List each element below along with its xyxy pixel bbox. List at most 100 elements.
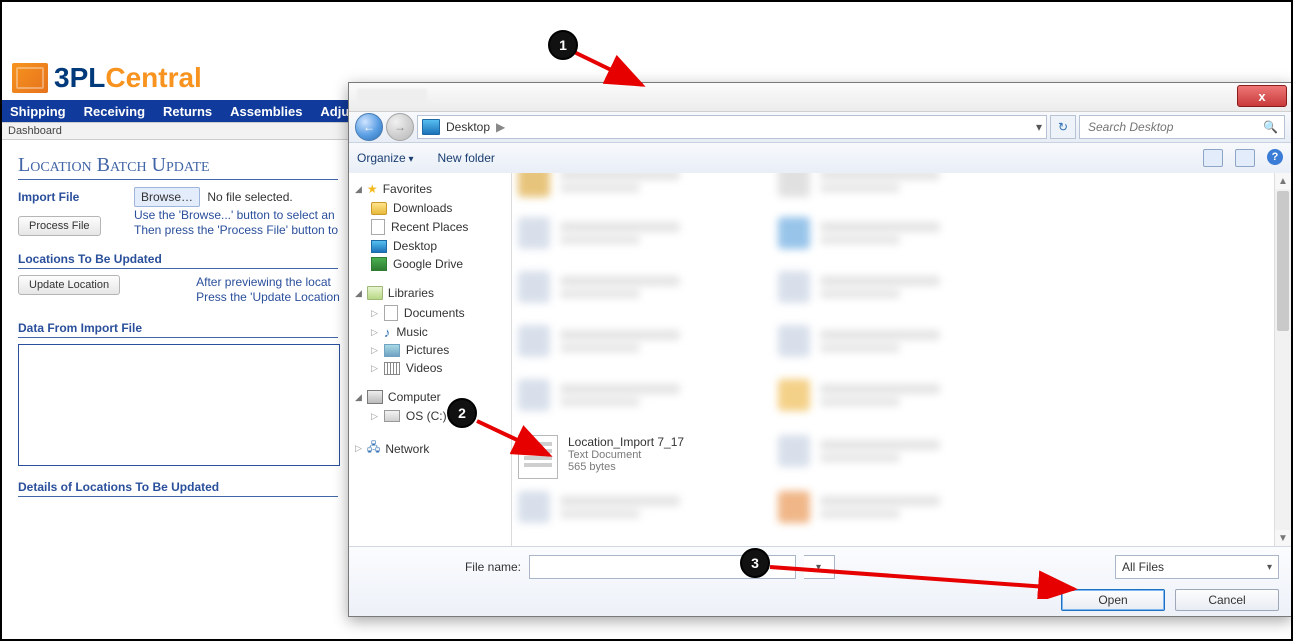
chevron-down-icon: ▾ — [1267, 562, 1272, 573]
nav-shipping[interactable]: Shipping — [10, 104, 66, 119]
process-file-button[interactable]: Process File — [18, 216, 101, 236]
scroll-thumb[interactable] — [1277, 191, 1289, 331]
crumb-sep-icon[interactable]: ▶ — [496, 120, 505, 134]
file-type-filter[interactable]: All Files ▾ — [1115, 555, 1279, 579]
tree-music-label: Music — [396, 325, 427, 339]
tree-computer[interactable]: ◢Computer — [349, 387, 511, 407]
logo-box-icon — [12, 63, 48, 93]
import-file-label: Import File — [18, 190, 118, 204]
address-dropdown-icon[interactable]: ▾ — [1036, 120, 1042, 134]
dialog-title-blurred — [357, 89, 427, 103]
pictures-icon — [384, 344, 400, 357]
nav-adjustments[interactable]: Adju — [320, 104, 349, 119]
annotation-callout-1: 1 — [548, 30, 578, 60]
import-hint-2: Then press the 'Process File' button to — [134, 223, 338, 238]
tree-desktop-label: Desktop — [393, 239, 437, 253]
browse-button[interactable]: Browse… — [134, 187, 200, 207]
nav-assemblies[interactable]: Assemblies — [230, 104, 302, 119]
view-options-button[interactable] — [1203, 149, 1223, 167]
preview-pane-button[interactable] — [1235, 149, 1255, 167]
annotation-arrow-2 — [469, 415, 569, 465]
file-type: Text Document — [568, 449, 684, 461]
locations-label: Locations To Be Updated — [18, 252, 338, 269]
close-icon: x — [1258, 90, 1265, 103]
star-icon: ★ — [367, 182, 378, 196]
tree-music[interactable]: ▷♪Music — [349, 323, 511, 341]
network-icon: 🖧 — [367, 438, 380, 459]
file-area-scrollbar[interactable]: ▲ ▼ — [1274, 173, 1291, 546]
desktop-folder-icon — [371, 240, 387, 253]
search-icon[interactable]: 🔍 — [1263, 120, 1278, 134]
nav-receiving[interactable]: Receiving — [84, 104, 145, 119]
dialog-close-button[interactable]: x — [1237, 85, 1287, 107]
libraries-icon — [367, 286, 383, 300]
update-location-button[interactable]: Update Location — [18, 275, 120, 295]
dialog-toolbar: Organize New folder ? — [349, 143, 1291, 174]
file-name: Location_Import 7_17 — [568, 435, 684, 449]
tree-documents-label: Documents — [404, 306, 465, 320]
file-status: No file selected. — [207, 190, 292, 204]
folder-icon — [371, 202, 387, 215]
annotation-arrow-3 — [764, 559, 1094, 599]
tree-desktop[interactable]: Desktop — [349, 237, 511, 255]
dialog-nav-bar: ← → Desktop ▶ ▾ ↻ 🔍 — [349, 112, 1291, 143]
file-list-area[interactable]: Location_Import 7_17 Text Document 565 b… — [512, 173, 1291, 546]
new-folder-button[interactable]: New folder — [438, 151, 495, 165]
page-title: Location Batch Update — [18, 154, 338, 180]
file-type-filter-label: All Files — [1122, 560, 1164, 574]
refresh-button[interactable]: ↻ — [1050, 115, 1076, 139]
tree-pictures[interactable]: ▷Pictures — [349, 341, 511, 359]
tree-recent-places[interactable]: Recent Places — [349, 217, 511, 237]
nav-returns[interactable]: Returns — [163, 104, 212, 119]
nav-back-button[interactable]: ← — [355, 113, 383, 141]
tree-osc-label: OS (C:) — [406, 409, 447, 423]
scroll-up-icon[interactable]: ▲ — [1275, 173, 1291, 189]
arrow-left-icon: ← — [363, 120, 375, 134]
tree-favorites[interactable]: ◢★Favorites — [349, 179, 511, 199]
import-hint-1: Use the 'Browse...' button to select an — [134, 208, 338, 223]
locations-hint-2: Press the 'Update Location — [196, 290, 340, 305]
annotation-callout-2: 2 — [447, 398, 477, 428]
tree-network-label: Network — [385, 442, 429, 456]
data-from-label: Data From Import File — [18, 321, 338, 338]
locations-hint-1: After previewing the locat — [196, 275, 340, 290]
desktop-icon — [422, 119, 440, 135]
dialog-titlebar[interactable]: x — [349, 83, 1291, 112]
nav-forward-button[interactable]: → — [386, 113, 414, 141]
tree-favorites-label: Favorites — [383, 182, 432, 196]
music-icon: ♪ — [384, 326, 391, 339]
search-box[interactable]: 🔍 — [1079, 115, 1285, 139]
tree-videos[interactable]: ▷Videos — [349, 359, 511, 377]
scroll-down-icon[interactable]: ▼ — [1275, 530, 1291, 546]
address-crumb[interactable]: Desktop — [446, 120, 490, 134]
logo-text-1: 3PL — [54, 62, 105, 93]
tree-videos-label: Videos — [406, 361, 442, 375]
tree-pictures-label: Pictures — [406, 343, 449, 357]
gdrive-icon — [371, 257, 387, 271]
tree-libraries-label: Libraries — [388, 286, 434, 300]
details-label: Details of Locations To Be Updated — [18, 480, 338, 497]
tree-documents[interactable]: ▷Documents — [349, 303, 511, 323]
recent-icon — [371, 219, 385, 235]
organize-menu[interactable]: Organize — [357, 151, 414, 165]
tree-downloads[interactable]: Downloads — [349, 199, 511, 217]
tree-downloads-label: Downloads — [393, 201, 452, 215]
logo-text-2: Central — [105, 62, 201, 93]
tree-gdrive-label: Google Drive — [393, 257, 463, 271]
tree-recent-label: Recent Places — [391, 220, 468, 234]
data-from-textarea[interactable] — [18, 344, 340, 466]
arrow-right-icon: → — [394, 120, 406, 134]
file-name-label: File name: — [361, 560, 521, 574]
videos-icon — [384, 362, 400, 375]
annotation-arrow-1 — [562, 45, 662, 95]
help-button[interactable]: ? — [1267, 149, 1283, 165]
tree-computer-label: Computer — [388, 390, 441, 404]
cancel-button[interactable]: Cancel — [1175, 589, 1279, 611]
address-bar[interactable]: Desktop ▶ ▾ — [417, 115, 1047, 139]
file-open-dialog: x ← → Desktop ▶ ▾ ↻ 🔍 Organize New folde… — [348, 82, 1292, 617]
search-input[interactable] — [1086, 119, 1257, 135]
tree-google-drive[interactable]: Google Drive — [349, 255, 511, 273]
tree-libraries[interactable]: ◢Libraries — [349, 283, 511, 303]
documents-icon — [384, 305, 398, 321]
drive-icon — [384, 410, 400, 422]
